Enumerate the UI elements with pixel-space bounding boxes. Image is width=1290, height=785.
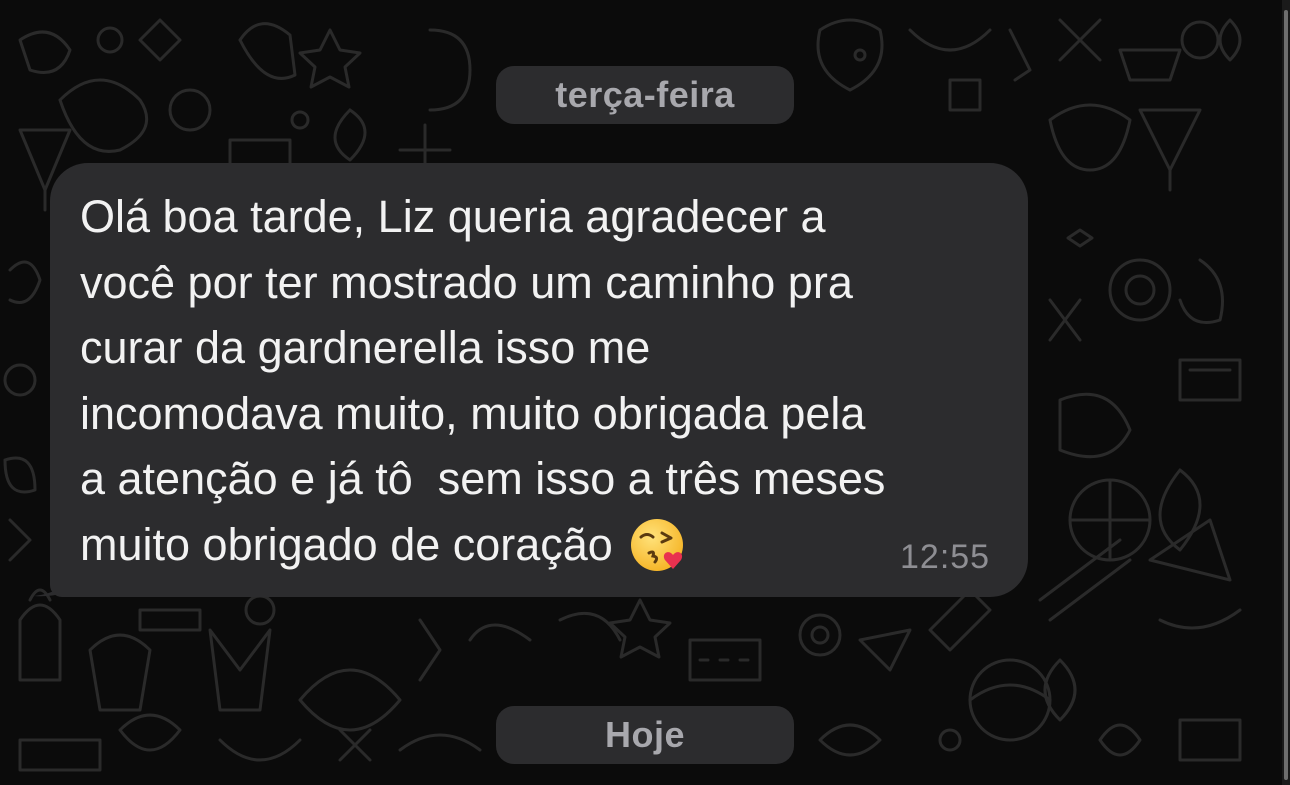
scrollbar-thumb[interactable] [1284,10,1288,780]
scrollbar[interactable] [1282,0,1290,785]
message-line: Olá boa tarde, Liz queria agradecer a [80,191,826,242]
message-line: muito obrigado de coração [80,518,626,570]
date-separator-label: Hoje [604,714,685,755]
message-text: Olá boa tarde, Liz queria agradecer a vo… [80,184,1010,577]
date-separator-previous: terça-feira [496,66,794,124]
message-line: você por ter mostrado um caminho pra [80,256,853,308]
kissing-heart-emoji [631,518,684,571]
message-line: curar da gardnerella isso me [80,322,651,373]
date-separator-today: Hoje [496,706,794,764]
message-line: a atenção e já tô sem isso a três meses [80,453,886,504]
message-line: incomodava muito, muito obrigada pela [80,387,866,439]
message-timestamp: 12:55 [900,538,991,576]
chat-view: terça-feira Olá boa tarde, Liz queria ag… [0,0,1290,785]
date-separator-label: terça-feira [555,74,735,115]
